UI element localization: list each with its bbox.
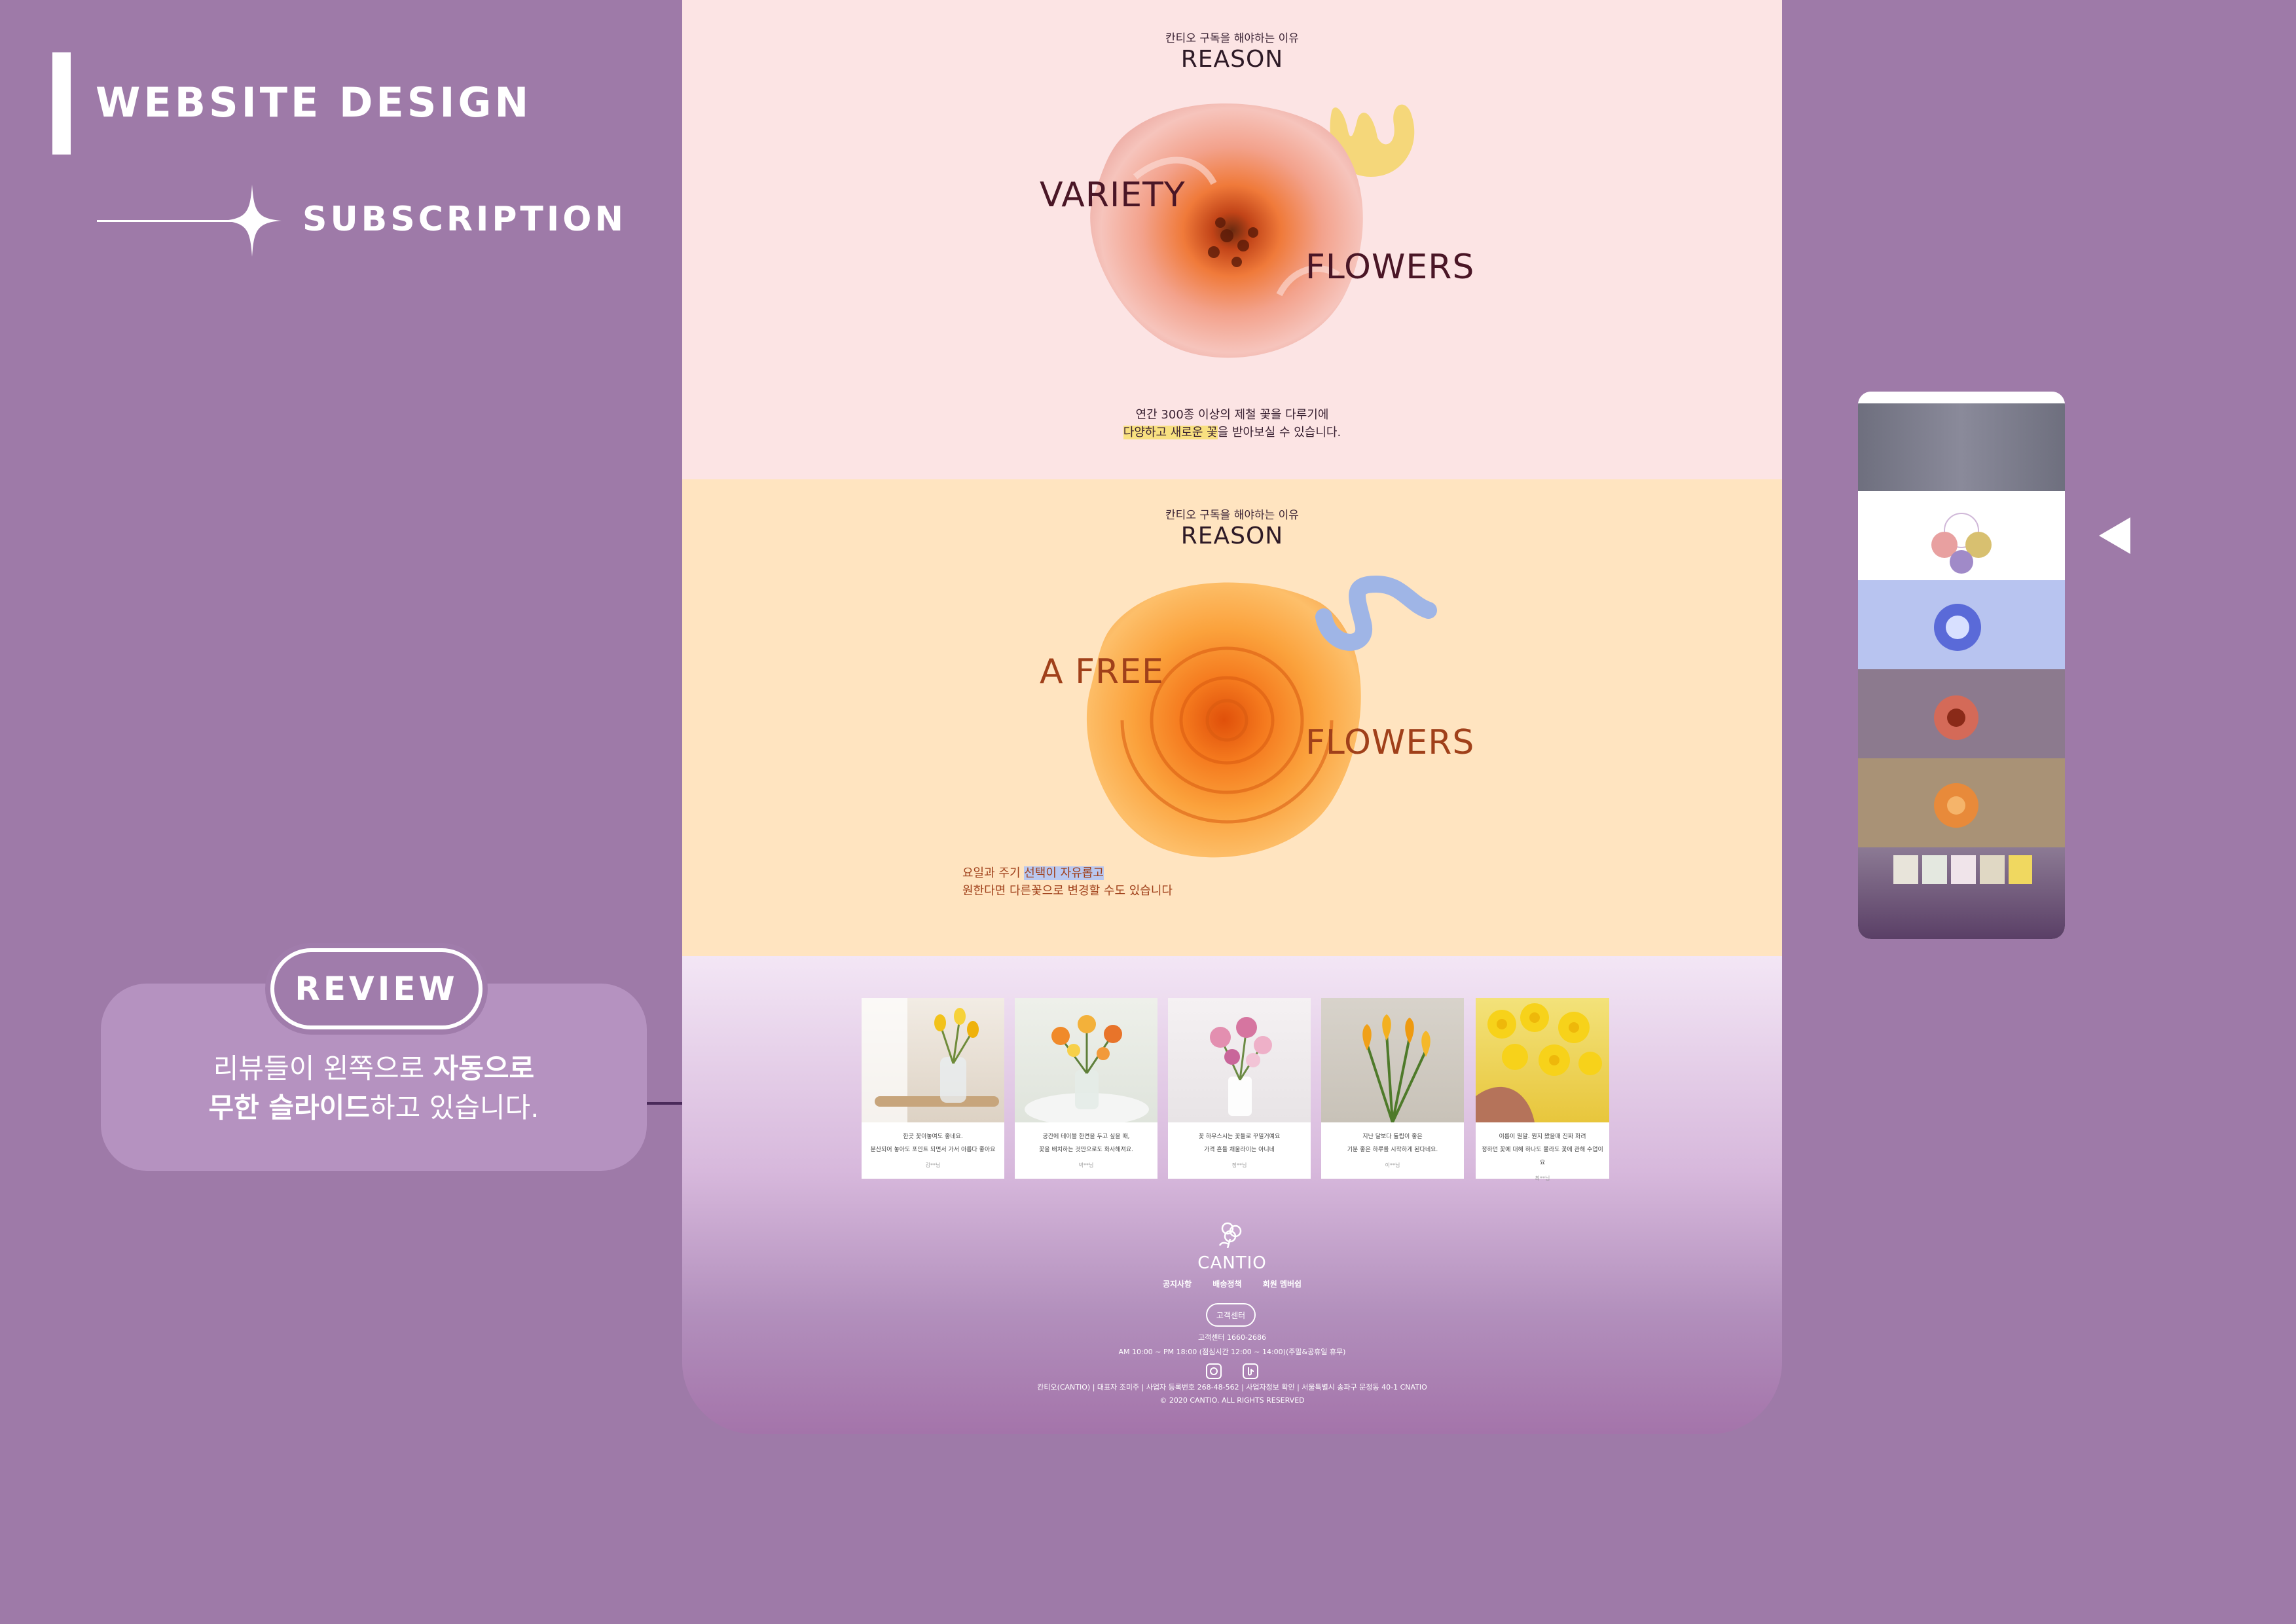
review-line1: 지난 달보다 튤립이 좋은 <box>1362 1134 1423 1140</box>
customer-center-button[interactable]: 고객센터 <box>1206 1303 1256 1327</box>
variety-desc-highlight: 다양하고 새로운 꽃 <box>1123 426 1218 439</box>
tulip-vase-image <box>862 998 999 1122</box>
review-card[interactable]: 이름이 뭔말. 뭔지 봤을때 진짜 화려 정하던 꽃에 대해 하나도 몰라도 꽃… <box>1476 998 1609 1181</box>
review-photo-pink-bouquet <box>1168 998 1311 1122</box>
free-desc-highlight: 선택이 자유롭고 <box>1024 866 1104 880</box>
review-photo-daffodils <box>1476 998 1609 1122</box>
thumb-nav <box>1858 392 2065 403</box>
footer-links: 공지사항 배송정책 회원 멤버쉽 <box>682 1278 1782 1289</box>
review-line1: 꽃 하우스시는 꽃들로 꾸밀거예요 <box>1198 1134 1281 1140</box>
free-desc-start: 요일과 주기 <box>962 866 1025 880</box>
review-author: 최**님 <box>1535 1175 1550 1181</box>
review-badge-label: REVIEW <box>270 948 483 1029</box>
review-badge: REVIEW <box>265 943 488 1035</box>
website-mockup: 칸티오 구독을 해야하는 이유 REASON VARIETY FLOWERS 연… <box>682 0 1782 1434</box>
instagram-glyph <box>1210 1367 1218 1375</box>
mixed-bouquet-image <box>1025 1015 1149 1122</box>
review-line2: 가격 흔들 채울라이는 아니네 <box>1204 1147 1275 1153</box>
peony-flower-image <box>1090 103 1363 358</box>
footer-hours: AM 10:00 ~ PM 18:00 (점심시간 12:00 ~ 14:00)… <box>1118 1348 1346 1356</box>
review-card[interactable]: 한곳 꽃이놓여도 좋네요. 분산되어 놓아도 포인트 되면서 가서 아름다 좋아… <box>862 998 1004 1179</box>
callout-line1-normal: 리뷰들이 왼쪽으로 <box>213 1052 433 1084</box>
review-line2: 꽃을 배치하는 것만으로도 화사해져요. <box>1039 1147 1133 1153</box>
page-title: WEBSITE DESIGN <box>96 79 532 126</box>
review-line1: 공간에 테이블 한켠을 두고 싶을 때, <box>1042 1134 1130 1140</box>
footer-cs-phone: 고객센터 1660-2686 <box>1198 1333 1266 1342</box>
thumb-variety-flower <box>1934 695 1978 740</box>
social-glyph <box>1248 1367 1254 1376</box>
review-line2: 정하던 꽃에 대해 하나도 몰라도 꽃에 관해 수업이요 <box>1482 1147 1603 1166</box>
footer-company-info: 칸티오(CANTIO) | 대표자 조미주 | 사업자 등록번호 268-48-… <box>1037 1383 1427 1392</box>
thumb-plan-diagram <box>1931 513 1992 574</box>
callout-line2-normal: 하고 있습니다. <box>369 1092 539 1124</box>
thumb-fresh-flower <box>1934 604 1981 651</box>
word-flowers: FLOWERS <box>1305 248 1475 287</box>
variety-desc-line1: 연간 300종 이상의 제철 꽃을 다루기에 <box>1135 408 1329 422</box>
review-card[interactable]: 꽃 하우스시는 꽃들로 꾸밀거예요 가격 흔들 채울라이는 아니네 정**님 <box>1168 998 1311 1179</box>
review-author: 정**님 <box>1231 1162 1247 1168</box>
thumb-plan <box>1858 491 2065 580</box>
instagram-icon[interactable] <box>1206 1363 1222 1379</box>
footer-link-delivery[interactable]: 배송정책 <box>1212 1280 1241 1289</box>
variety-desc-rest: 을 받아보실 수 있습니다. <box>1217 426 1341 439</box>
thumb-free <box>1858 758 2065 847</box>
footer-link-membership[interactable]: 회원 멤버쉽 <box>1263 1280 1302 1289</box>
review-line1: 이름이 뭔말. 뭔지 봤을때 진짜 화려 <box>1499 1134 1586 1140</box>
review-card[interactable]: 지난 달보다 튤립이 좋은 기분 좋은 하루를 시작하게 된다네요. 이**님 <box>1321 998 1464 1179</box>
callout-description: 리뷰들이 왼쪽으로 자동으로 무한 슬라이드하고 있습니다. <box>101 1049 647 1128</box>
thumb-free-flower <box>1934 783 1978 828</box>
review-author: 박**님 <box>1078 1162 1094 1168</box>
footer-copyright: © 2020 CANTIO. ALL RIGHTS RESERVED <box>1159 1396 1305 1405</box>
free-description: 요일과 주기 선택이 자유롭고 원한다면 다른꽃으로 변경할 수도 있습니다 <box>962 864 1173 900</box>
thumb-fresh <box>1858 580 2065 669</box>
review-photo-mixed-bouquet <box>1015 998 1157 1122</box>
pink-bouquet-image <box>1210 1017 1272 1116</box>
social-icon[interactable] <box>1243 1363 1258 1379</box>
review-author: 김**님 <box>925 1162 941 1168</box>
review-line1: 한곳 꽃이놓여도 좋네요. <box>903 1134 963 1140</box>
free-desc-line2: 원한다면 다른꽃으로 변경할 수도 있습니다 <box>962 884 1173 898</box>
reason-kicker-2: 칸티오 구독을 해야하는 이유 <box>1165 509 1299 522</box>
yellow-tulips-image <box>1362 1014 1430 1122</box>
thumb-review-footer <box>1858 847 2065 939</box>
callout-line1-bold: 자동으로 <box>433 1052 535 1084</box>
word-variety: VARIETY <box>1040 175 1186 215</box>
title-accent-bar <box>52 52 71 155</box>
section-subtitle: SUBSCRIPTION <box>302 200 627 239</box>
footer-link-notice[interactable]: 공지사항 <box>1163 1280 1192 1289</box>
triangle-left-icon[interactable] <box>2099 517 2130 554</box>
review-photo-tulip-vase <box>862 998 1004 1122</box>
full-page-thumbnail[interactable] <box>1858 392 2065 939</box>
thumb-review-cards <box>1893 855 2032 884</box>
cantio-flower-logo-icon <box>1218 1222 1242 1248</box>
callout-line2-bold: 무한 슬라이드 <box>208 1092 370 1124</box>
review-line2: 분산되어 놓아도 포인트 되면서 가서 아름다 좋아요 <box>870 1147 996 1153</box>
daffodils-image <box>1476 1003 1602 1122</box>
word-a-free: A FREE <box>1040 652 1164 692</box>
sparkle-star-icon <box>223 185 282 257</box>
footer-logo[interactable]: CANTIO <box>682 1253 1782 1273</box>
review-author: 이**님 <box>1385 1162 1400 1168</box>
review-card[interactable]: 공간에 테이블 한켠을 두고 싶을 때, 꽃을 배치하는 것만으로도 화사해져요… <box>1015 998 1157 1179</box>
reason-kicker: 칸티오 구독을 해야하는 이유 <box>1165 32 1299 45</box>
word-flowers-2: FLOWERS <box>1305 723 1475 762</box>
thumb-hero <box>1858 403 2065 491</box>
review-photo-yellow-tulips <box>1321 998 1464 1122</box>
thumb-variety <box>1858 669 2065 758</box>
blue-squiggle-deco <box>1315 575 1437 651</box>
reason-heading-2: REASON <box>1180 523 1284 549</box>
review-line2: 기분 좋은 하루를 시작하게 된다네요. <box>1347 1147 1438 1153</box>
reason-heading: REASON <box>1180 46 1284 73</box>
variety-description: 연간 300종 이상의 제철 꽃을 다루기에 다양하고 새로운 꽃을 받아보실 … <box>682 406 1782 441</box>
